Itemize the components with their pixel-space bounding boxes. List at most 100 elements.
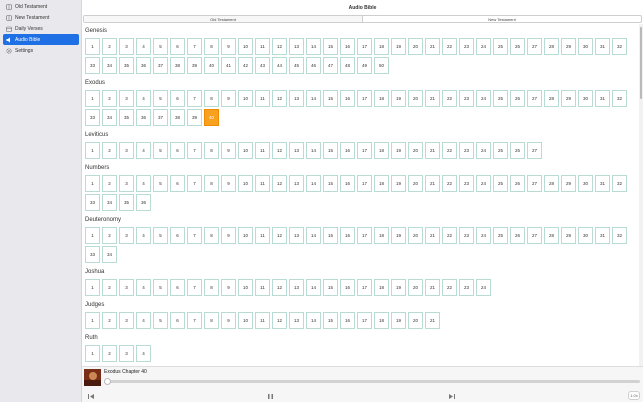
- chapter-button[interactable]: 19: [391, 90, 406, 107]
- chapter-button[interactable]: 36: [136, 109, 151, 126]
- chapter-button[interactable]: 2: [102, 142, 117, 159]
- chapter-button[interactable]: 32: [612, 175, 627, 192]
- chapter-button[interactable]: 26: [510, 175, 525, 192]
- chapter-button[interactable]: 9: [221, 90, 236, 107]
- chapter-button[interactable]: 21: [425, 175, 440, 192]
- chapter-button[interactable]: 24: [476, 142, 491, 159]
- sidebar-item-new-testament[interactable]: New Testament: [3, 12, 79, 23]
- chapter-button[interactable]: 23: [459, 227, 474, 244]
- chapter-button[interactable]: 43: [255, 57, 270, 74]
- chapter-button[interactable]: 14: [306, 90, 321, 107]
- chapter-button[interactable]: 45: [289, 57, 304, 74]
- chapter-button[interactable]: 22: [442, 38, 457, 55]
- chapter-button[interactable]: 5: [153, 312, 168, 329]
- chapter-button[interactable]: 31: [595, 175, 610, 192]
- chapter-button[interactable]: 13: [289, 312, 304, 329]
- chapter-button[interactable]: 17: [357, 227, 372, 244]
- chapter-button[interactable]: 33: [85, 194, 100, 211]
- chapter-button[interactable]: 1: [85, 227, 100, 244]
- chapter-button[interactable]: 25: [493, 38, 508, 55]
- chapter-button[interactable]: 2: [102, 38, 117, 55]
- chapter-button[interactable]: 18: [374, 312, 389, 329]
- chapter-button[interactable]: 7: [187, 279, 202, 296]
- chapter-button[interactable]: 32: [612, 227, 627, 244]
- chapter-button[interactable]: 27: [527, 142, 542, 159]
- chapter-button[interactable]: 32: [612, 90, 627, 107]
- chapter-button[interactable]: 4: [136, 175, 151, 192]
- chapter-button[interactable]: 14: [306, 279, 321, 296]
- chapter-button[interactable]: 17: [357, 312, 372, 329]
- chapter-button[interactable]: 6: [170, 175, 185, 192]
- chapter-button[interactable]: 9: [221, 175, 236, 192]
- chapter-button[interactable]: 9: [221, 312, 236, 329]
- chapter-button[interactable]: 3: [119, 38, 134, 55]
- chapter-button[interactable]: 16: [340, 38, 355, 55]
- chapter-button[interactable]: 8: [204, 279, 219, 296]
- chapter-button[interactable]: 8: [204, 312, 219, 329]
- chapter-button[interactable]: 6: [170, 312, 185, 329]
- chapter-button[interactable]: 17: [357, 38, 372, 55]
- chapter-button[interactable]: 29: [561, 227, 576, 244]
- chapter-button[interactable]: 15: [323, 38, 338, 55]
- chapter-button[interactable]: 2: [102, 312, 117, 329]
- chapter-button[interactable]: 4: [136, 38, 151, 55]
- chapter-button[interactable]: 24: [476, 227, 491, 244]
- skip-forward-icon[interactable]: [447, 391, 457, 401]
- speed-button[interactable]: 1.0x: [628, 391, 640, 400]
- chapter-button[interactable]: 19: [391, 312, 406, 329]
- chapter-button[interactable]: 30: [578, 38, 593, 55]
- chapter-button[interactable]: 9: [221, 227, 236, 244]
- chapter-button[interactable]: 27: [527, 38, 542, 55]
- chapter-button[interactable]: 15: [323, 142, 338, 159]
- chapter-button[interactable]: 28: [544, 227, 559, 244]
- chapter-button[interactable]: 20: [408, 175, 423, 192]
- chapter-button[interactable]: 4: [136, 142, 151, 159]
- chapter-button[interactable]: 17: [357, 142, 372, 159]
- chapter-button[interactable]: 16: [340, 142, 355, 159]
- chapter-button[interactable]: 13: [289, 142, 304, 159]
- chapter-button[interactable]: 25: [493, 227, 508, 244]
- chapter-button[interactable]: 25: [493, 90, 508, 107]
- chapter-button[interactable]: 32: [612, 38, 627, 55]
- chapter-button[interactable]: 10: [238, 312, 253, 329]
- chapter-button[interactable]: 2: [102, 90, 117, 107]
- chapter-button[interactable]: 4: [136, 312, 151, 329]
- scrollbar[interactable]: [639, 24, 643, 366]
- chapter-button[interactable]: 12: [272, 175, 287, 192]
- chapter-button[interactable]: 15: [323, 175, 338, 192]
- chapter-button[interactable]: 1: [85, 279, 100, 296]
- chapter-button[interactable]: 22: [442, 227, 457, 244]
- chapter-button[interactable]: 1: [85, 142, 100, 159]
- chapter-button[interactable]: 4: [136, 345, 151, 362]
- chapter-button[interactable]: 8: [204, 38, 219, 55]
- chapter-button[interactable]: 3: [119, 312, 134, 329]
- chapter-button[interactable]: 18: [374, 175, 389, 192]
- chapter-button[interactable]: 18: [374, 279, 389, 296]
- chapter-button[interactable]: 16: [340, 279, 355, 296]
- chapter-button[interactable]: 30: [578, 175, 593, 192]
- chapter-button[interactable]: 4: [136, 279, 151, 296]
- chapter-button[interactable]: 19: [391, 279, 406, 296]
- chapter-button[interactable]: 6: [170, 38, 185, 55]
- chapter-button[interactable]: 39: [187, 57, 202, 74]
- chapter-button[interactable]: 6: [170, 142, 185, 159]
- chapter-button[interactable]: 25: [493, 175, 508, 192]
- chapter-button[interactable]: 3: [119, 345, 134, 362]
- chapter-button[interactable]: 19: [391, 38, 406, 55]
- chapter-button[interactable]: 23: [459, 175, 474, 192]
- chapter-button[interactable]: 26: [510, 90, 525, 107]
- chapter-button[interactable]: 34: [102, 246, 117, 263]
- chapter-button[interactable]: 1: [85, 90, 100, 107]
- chapter-button[interactable]: 29: [561, 38, 576, 55]
- chapter-button[interactable]: 21: [425, 279, 440, 296]
- chapter-button[interactable]: 34: [102, 109, 117, 126]
- chapter-button[interactable]: 35: [119, 109, 134, 126]
- chapter-button[interactable]: 11: [255, 175, 270, 192]
- chapter-button[interactable]: 14: [306, 38, 321, 55]
- chapter-button[interactable]: 19: [391, 142, 406, 159]
- chapter-button[interactable]: 3: [119, 142, 134, 159]
- chapter-button[interactable]: 13: [289, 279, 304, 296]
- chapter-button[interactable]: 5: [153, 90, 168, 107]
- chapter-button[interactable]: 34: [102, 57, 117, 74]
- chapter-button[interactable]: 6: [170, 227, 185, 244]
